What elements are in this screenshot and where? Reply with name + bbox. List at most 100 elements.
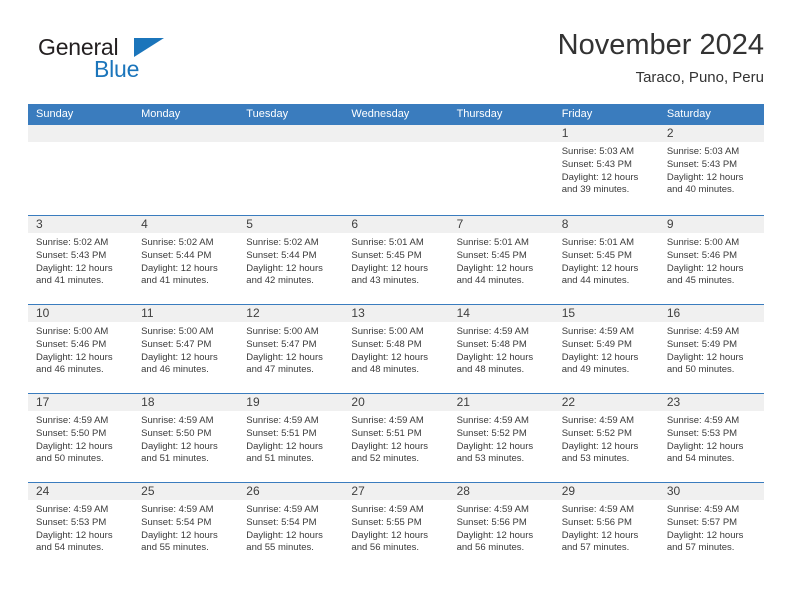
day-detail-line: Sunrise: 5:01 AM [351, 237, 424, 248]
day-cell-4[interactable]: 4 Sunrise: 5:02 AM Sunset: 5:44 PM Daylight… [133, 216, 239, 304]
day-detail-line: Daylight: 12 hours [561, 171, 639, 183]
day-detail-line: Sunset: 5:49 PM [666, 338, 738, 350]
day-cell-16[interactable]: 16 Sunrise: 4:59 AM Sunset: 5:49 PM Dayligh… [658, 305, 764, 393]
day-detail-line: Daylight: 12 hours [351, 351, 428, 363]
day-detail-line: Sunset: 5:50 PM [36, 427, 107, 439]
day-detail-line: Sunset: 5:47 PM [246, 338, 317, 350]
day-cell-26[interactable]: 26 Sunrise: 4:59 AM Sunset: 5:54 PM Dayligh… [238, 483, 344, 571]
weekday-header-saturday: Saturday [666, 108, 711, 120]
day-detail-line: Sunset: 5:54 PM [246, 516, 317, 528]
day-cell-30[interactable]: 30 Sunrise: 4:59 AM Sunset: 5:57 PM Dayligh… [658, 483, 764, 571]
day-cell-10[interactable]: 10 Sunrise: 5:00 AM Sunset: 5:46 PM Dayligh… [28, 305, 134, 393]
day-detail-line: and 57 minutes. [666, 542, 735, 554]
day-cell-14[interactable]: 14 Sunrise: 4:59 AM Sunset: 5:48 PM Dayligh… [448, 305, 554, 393]
day-detail-line: Sunset: 5:43 PM [36, 249, 107, 261]
day-detail-line: Daylight: 12 hours [246, 262, 323, 274]
weekday-header-friday: Friday [561, 108, 593, 120]
day-details: Sunrise: 5:01 AM Sunset: 5:45 PM Daylight:… [449, 233, 554, 288]
day-detail-line: Sunrise: 4:59 AM [561, 415, 635, 426]
date-strip [28, 125, 134, 142]
date-number: 14 [456, 306, 470, 320]
brand-name-blue: Blue [94, 56, 140, 82]
day-detail-line: and 50 minutes. [666, 364, 735, 376]
day-detail-line: Sunrise: 5:02 AM [141, 237, 214, 248]
day-details: Sunrise: 4:59 AM Sunset: 5:54 PM Daylight:… [238, 500, 343, 555]
day-detail-line: Sunset: 5:45 PM [351, 249, 422, 261]
day-detail-line: Daylight: 12 hours [141, 440, 218, 452]
day-cell-19[interactable]: 19 Sunrise: 4:59 AM Sunset: 5:51 PM Dayligh… [238, 394, 344, 482]
day-detail-line: and 53 minutes. [456, 453, 525, 465]
day-detail-line: Sunrise: 4:59 AM [561, 326, 635, 337]
day-cell-24[interactable]: 24 Sunrise: 4:59 AM Sunset: 5:53 PM Dayligh… [28, 483, 134, 571]
day-cell-22[interactable]: 22 Sunrise: 4:59 AM Sunset: 5:52 PM Dayligh… [553, 394, 659, 482]
triangle-icon [134, 38, 164, 57]
day-cell-13[interactable]: 13 Sunrise: 5:00 AM Sunset: 5:48 PM Dayligh… [343, 305, 449, 393]
day-detail-line: Sunrise: 5:00 AM [666, 237, 740, 248]
day-cell-28[interactable]: 28 Sunrise: 4:59 AM Sunset: 5:56 PM Dayligh… [448, 483, 554, 571]
day-details [238, 142, 343, 146]
day-cell-12[interactable]: 12 Sunrise: 5:00 AM Sunset: 5:47 PM Dayligh… [238, 305, 344, 393]
day-cell-18[interactable]: 18 Sunrise: 4:59 AM Sunset: 5:50 PM Dayligh… [133, 394, 239, 482]
day-detail-line: and 41 minutes. [141, 275, 209, 287]
week-row: 10 Sunrise: 5:00 AM Sunset: 5:46 PM Dayligh… [28, 304, 764, 393]
day-detail-line: Sunset: 5:46 PM [36, 338, 107, 350]
day-cell-29[interactable]: 29 Sunrise: 4:59 AM Sunset: 5:56 PM Dayligh… [553, 483, 659, 571]
day-cell-17[interactable]: 17 Sunrise: 4:59 AM Sunset: 5:50 PM Dayligh… [28, 394, 134, 482]
date-strip [448, 125, 554, 142]
day-detail-line: Daylight: 12 hours [351, 440, 428, 452]
day-detail-line: Daylight: 12 hours [141, 529, 218, 541]
day-cell-3[interactable]: 3 Sunrise: 5:02 AM Sunset: 5:43 PM Daylight… [28, 216, 134, 304]
day-cell-2[interactable]: 2 Sunrise: 5:03 AM Sunset: 5:43 PM Daylight… [658, 125, 764, 215]
day-detail-line: and 40 minutes. [666, 184, 735, 196]
day-cell-9[interactable]: 9 Sunrise: 5:00 AM Sunset: 5:46 PM Daylight… [658, 216, 764, 304]
day-detail-line: and 56 minutes. [351, 542, 420, 554]
date-number: 23 [666, 395, 681, 409]
day-detail-line: Daylight: 12 hours [561, 440, 639, 452]
weekday-header-sunday: Sunday [36, 108, 74, 120]
day-detail-line: Daylight: 12 hours [561, 351, 639, 363]
day-cell-25[interactable]: 25 Sunrise: 4:59 AM Sunset: 5:54 PM Dayligh… [133, 483, 239, 571]
day-cell-21[interactable]: 21 Sunrise: 4:59 AM Sunset: 5:52 PM Dayligh… [448, 394, 554, 482]
day-cell-8[interactable]: 8 Sunrise: 5:01 AM Sunset: 5:45 PM Daylight… [553, 216, 659, 304]
day-detail-line: Daylight: 12 hours [456, 440, 534, 452]
date-strip: 20 [343, 394, 449, 411]
date-number: 17 [36, 395, 50, 409]
day-detail-line: Sunrise: 4:59 AM [666, 415, 740, 426]
day-details: Sunrise: 5:00 AM Sunset: 5:47 PM Daylight:… [133, 322, 238, 377]
brand-logo[interactable]: General Blue [32, 34, 222, 94]
date-strip: 27 [343, 483, 449, 500]
day-detail-line: Sunset: 5:55 PM [351, 516, 422, 528]
day-detail-line: Sunrise: 5:00 AM [141, 326, 214, 337]
day-details: Sunrise: 4:59 AM Sunset: 5:49 PM Daylight:… [659, 322, 764, 377]
day-cell-5[interactable]: 5 Sunrise: 5:02 AM Sunset: 5:44 PM Daylight… [238, 216, 344, 304]
day-cell-15[interactable]: 15 Sunrise: 4:59 AM Sunset: 5:49 PM Dayligh… [553, 305, 659, 393]
day-detail-line: Sunset: 5:50 PM [141, 427, 212, 439]
date-strip: 8 [553, 216, 659, 233]
date-strip: 25 [133, 483, 239, 500]
day-detail-line: Sunrise: 4:59 AM [351, 415, 424, 426]
day-details: Sunrise: 4:59 AM Sunset: 5:55 PM Daylight:… [343, 500, 448, 555]
day-detail-line: Sunrise: 4:59 AM [456, 415, 529, 426]
date-strip: 11 [133, 305, 239, 322]
date-number: 2 [666, 126, 674, 140]
date-strip: 12 [238, 305, 344, 322]
day-cell-27[interactable]: 27 Sunrise: 4:59 AM Sunset: 5:55 PM Dayligh… [343, 483, 449, 571]
day-detail-line: Sunset: 5:57 PM [666, 516, 738, 528]
day-details [133, 142, 238, 146]
day-cell-23[interactable]: 23 Sunrise: 4:59 AM Sunset: 5:53 PM Dayligh… [658, 394, 764, 482]
day-detail-line: Daylight: 12 hours [141, 262, 218, 274]
day-detail-line: and 43 minutes. [351, 275, 420, 287]
week-row: 17 Sunrise: 4:59 AM Sunset: 5:50 PM Dayligh… [28, 393, 764, 482]
date-strip: 5 [238, 216, 344, 233]
day-cell-6[interactable]: 6 Sunrise: 5:01 AM Sunset: 5:45 PM Daylight… [343, 216, 449, 304]
title-block: November 2024 Taraco, Puno, Peru [558, 28, 764, 88]
day-cell-1[interactable]: 1 Sunrise: 5:03 AM Sunset: 5:43 PM Daylight… [553, 125, 659, 215]
day-detail-line: and 48 minutes. [456, 364, 525, 376]
day-detail-line: and 39 minutes. [561, 184, 630, 196]
day-cell-7[interactable]: 7 Sunrise: 5:01 AM Sunset: 5:45 PM Daylight… [448, 216, 554, 304]
day-cell-20[interactable]: 20 Sunrise: 4:59 AM Sunset: 5:51 PM Dayligh… [343, 394, 449, 482]
day-detail-line: Sunrise: 5:02 AM [246, 237, 319, 248]
day-cell-11[interactable]: 11 Sunrise: 5:00 AM Sunset: 5:47 PM Dayligh… [133, 305, 239, 393]
day-details: Sunrise: 5:02 AM Sunset: 5:44 PM Daylight:… [238, 233, 343, 288]
day-detail-line: and 44 minutes. [561, 275, 630, 287]
